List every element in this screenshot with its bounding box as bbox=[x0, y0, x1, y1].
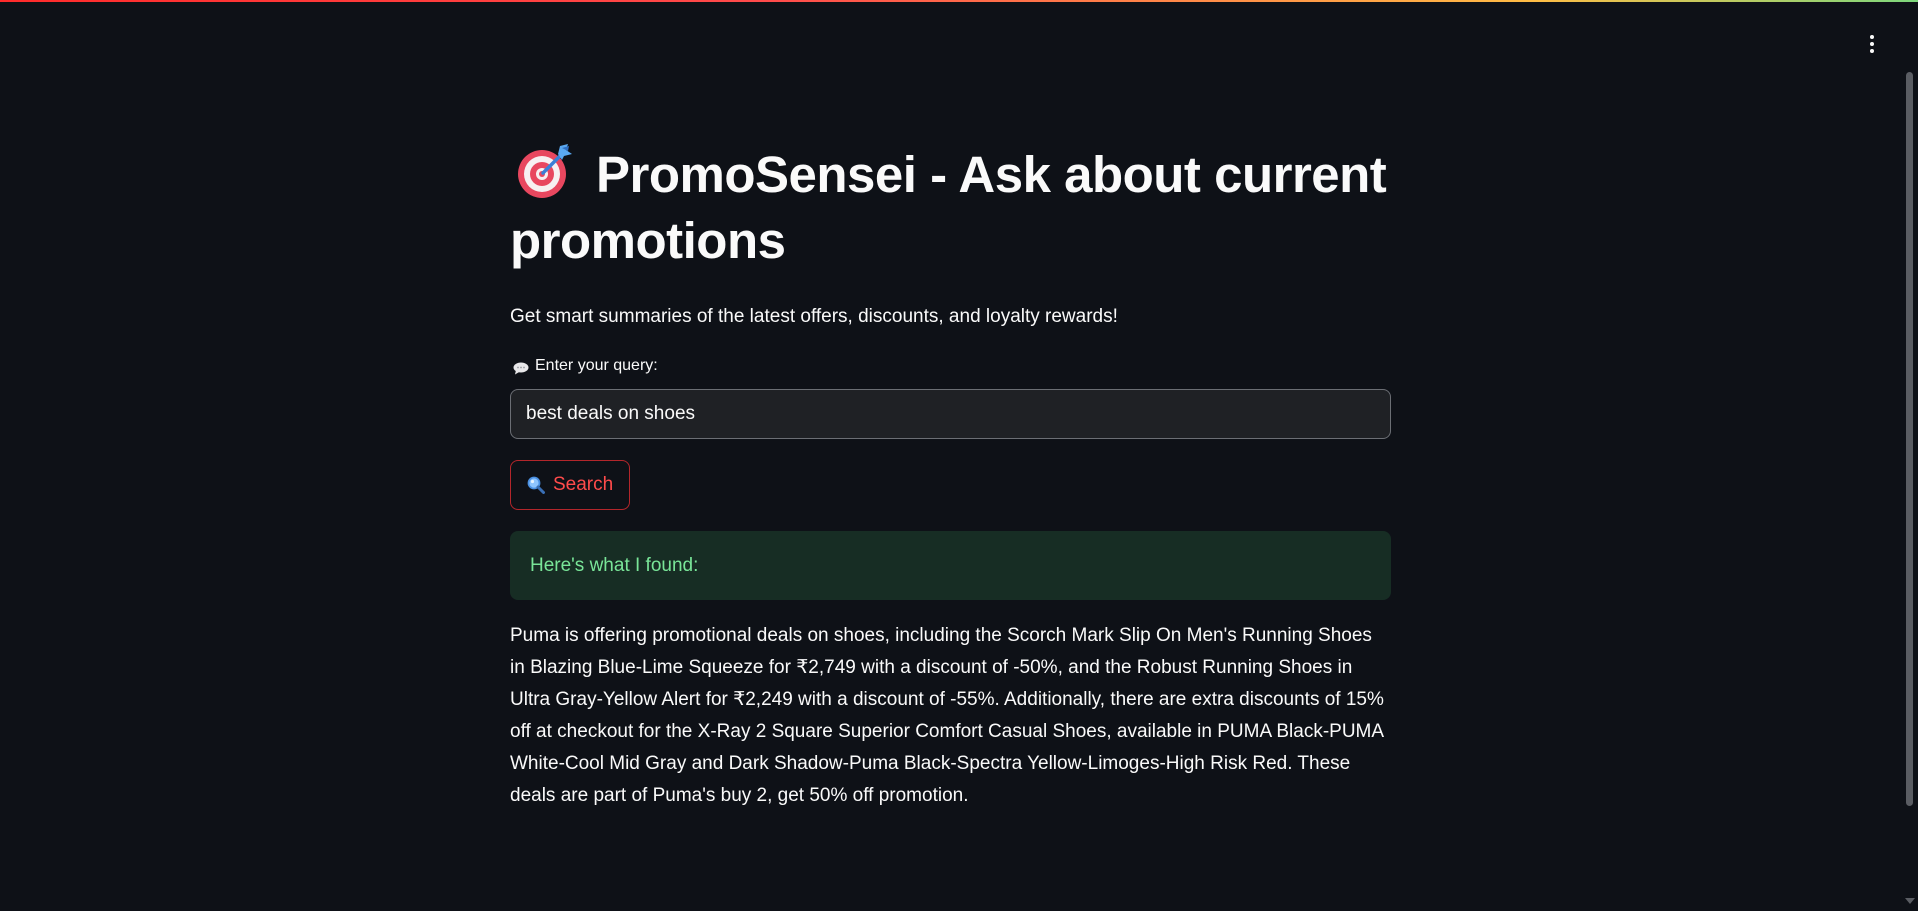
main-menu-button[interactable] bbox=[1862, 30, 1882, 58]
query-label: Enter your query: bbox=[510, 355, 1391, 377]
direct-hit-target-icon bbox=[516, 142, 574, 200]
menu-dot-icon bbox=[1870, 49, 1874, 53]
page-title: PromoSensei - Ask about current promotio… bbox=[510, 146, 1387, 269]
query-input[interactable] bbox=[510, 389, 1391, 439]
result-answer-text: Puma is offering promotional deals on sh… bbox=[510, 625, 1384, 806]
menu-dot-icon bbox=[1870, 42, 1874, 46]
main-content: PromoSensei - Ask about current promotio… bbox=[510, 142, 1391, 812]
magnifier-icon bbox=[527, 476, 545, 494]
result-heading: Here's what I found: bbox=[530, 554, 699, 576]
page-subtitle: Get smart summaries of the latest offers… bbox=[510, 306, 1118, 327]
speech-bubble-icon bbox=[513, 360, 529, 375]
scrollbar-thumb[interactable] bbox=[1906, 72, 1913, 806]
page-scrollbar[interactable] bbox=[1904, 72, 1914, 911]
scroll-down-arrow-icon[interactable] bbox=[1905, 898, 1915, 904]
top-decoration-bar bbox=[0, 0, 1918, 2]
search-button-label: Search bbox=[553, 474, 614, 495]
query-label-text: Enter your query: bbox=[535, 357, 658, 374]
result-success-alert: Here's what I found: bbox=[510, 531, 1391, 600]
menu-dot-icon bbox=[1870, 35, 1874, 39]
page-title-block: PromoSensei - Ask about current promotio… bbox=[510, 142, 1391, 274]
search-button[interactable]: Search bbox=[510, 460, 631, 510]
